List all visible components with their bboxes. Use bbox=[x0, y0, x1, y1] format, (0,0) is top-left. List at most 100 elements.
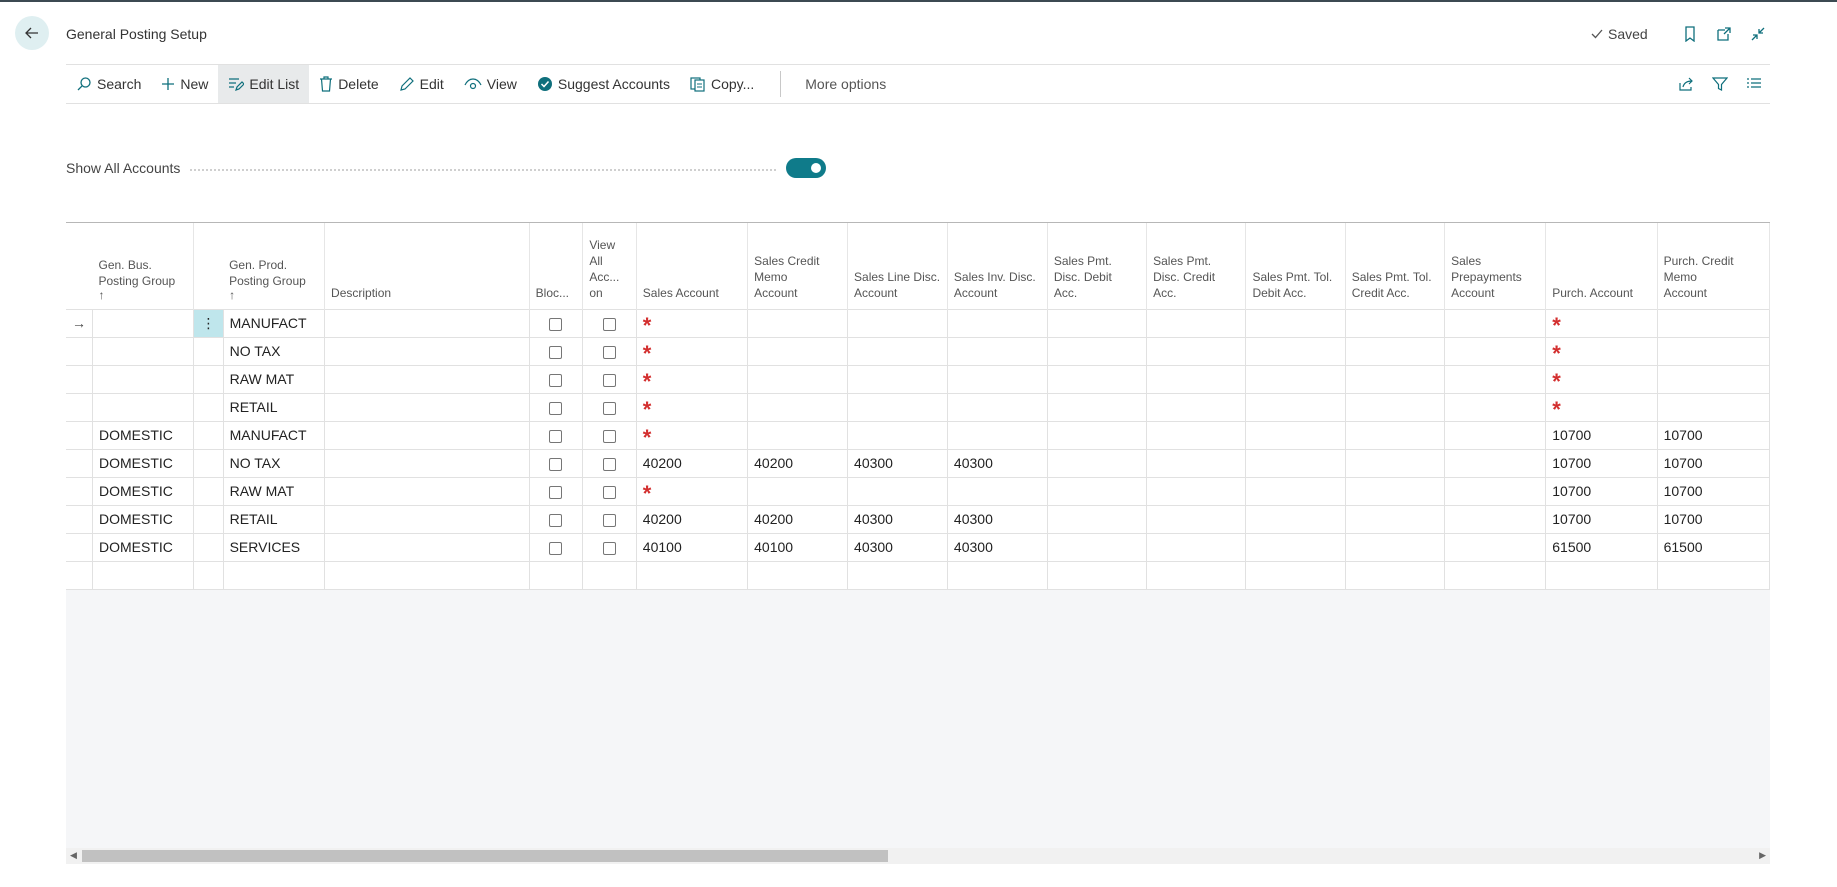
cell-sales[interactable]: * bbox=[636, 336, 749, 365]
cell-sales_pmt_disc_debit[interactable] bbox=[1047, 532, 1148, 561]
view-all-accounts-checkbox[interactable] bbox=[603, 345, 617, 359]
cell-purch[interactable]: * bbox=[1545, 336, 1658, 365]
row-selector[interactable] bbox=[66, 420, 93, 449]
cell-sales_line_disc[interactable] bbox=[847, 560, 948, 590]
cell-purch_cm[interactable] bbox=[1657, 392, 1770, 421]
row-selector[interactable] bbox=[66, 336, 93, 365]
cell-sales_pmt_disc_debit[interactable] bbox=[1047, 476, 1148, 505]
table-row[interactable]: RAW MAT * * bbox=[66, 364, 1770, 393]
cell-sales_cm[interactable] bbox=[747, 476, 849, 505]
cell-sales_inv_disc[interactable] bbox=[947, 336, 1048, 365]
row-actions-cell[interactable] bbox=[193, 364, 224, 393]
copy-button[interactable]: Copy... bbox=[680, 65, 764, 103]
cell-purch_cm[interactable]: 10700 bbox=[1657, 420, 1770, 449]
cell-bus[interactable] bbox=[92, 336, 195, 365]
column-header-view_all[interactable]: View All Acc... on bbox=[582, 223, 637, 309]
cell-blocked[interactable] bbox=[529, 364, 584, 393]
cell-sales_cm[interactable] bbox=[747, 336, 849, 365]
column-header-sales_pmt_tol_credit[interactable]: Sales Pmt. Tol. Credit Acc. bbox=[1345, 223, 1446, 309]
cell-bus[interactable] bbox=[92, 308, 195, 337]
cell-sales_pmt_tol_debit[interactable] bbox=[1245, 560, 1346, 590]
view-all-accounts-checkbox[interactable] bbox=[603, 457, 617, 471]
cell-prod[interactable]: MANUFACT bbox=[223, 308, 326, 337]
cell-sales_pmt_tol_credit[interactable] bbox=[1345, 420, 1446, 449]
cell-sales_prepay[interactable] bbox=[1444, 364, 1547, 393]
cell-view_all[interactable] bbox=[582, 420, 637, 449]
cell-sales_pmt_tol_credit[interactable] bbox=[1345, 504, 1446, 533]
cell-sales_line_disc[interactable] bbox=[847, 392, 948, 421]
cell-sales_inv_disc[interactable] bbox=[947, 392, 1048, 421]
cell-prod[interactable]: MANUFACT bbox=[223, 420, 326, 449]
cell-sales_inv_disc[interactable]: 40300 bbox=[947, 504, 1048, 533]
cell-sales_pmt_disc_credit[interactable] bbox=[1146, 448, 1247, 477]
cell-view_all[interactable] bbox=[582, 364, 637, 393]
cell-sales_cm[interactable] bbox=[747, 420, 849, 449]
more-vertical-icon[interactable]: ⋮ bbox=[201, 315, 215, 331]
cell-sales_pmt_tol_debit[interactable] bbox=[1245, 476, 1346, 505]
bookmark-icon[interactable] bbox=[1680, 24, 1700, 44]
cell-sales_pmt_tol_credit[interactable] bbox=[1345, 476, 1446, 505]
cell-view_all[interactable] bbox=[582, 560, 637, 590]
cell-sales_inv_disc[interactable] bbox=[947, 560, 1048, 590]
view-all-accounts-checkbox[interactable] bbox=[603, 373, 617, 387]
cell-bus[interactable] bbox=[92, 560, 195, 590]
cell-sales_pmt_disc_debit[interactable] bbox=[1047, 364, 1148, 393]
cell-sales_pmt_tol_debit[interactable] bbox=[1245, 504, 1346, 533]
cell-blocked[interactable] bbox=[529, 448, 584, 477]
suggest-accounts-button[interactable]: Suggest Accounts bbox=[527, 65, 680, 103]
edit-button[interactable]: Edit bbox=[389, 65, 454, 103]
view-all-accounts-checkbox[interactable] bbox=[603, 485, 617, 499]
back-button[interactable] bbox=[15, 16, 49, 50]
blocked-checkbox[interactable] bbox=[549, 317, 563, 331]
cell-desc[interactable] bbox=[324, 476, 530, 505]
cell-sales_line_disc[interactable]: 40300 bbox=[847, 448, 948, 477]
column-header-sales[interactable]: Sales Account bbox=[636, 223, 749, 309]
column-header-blocked[interactable]: Bloc... bbox=[529, 223, 584, 309]
row-selector[interactable] bbox=[66, 392, 93, 421]
cell-purch_cm[interactable]: 10700 bbox=[1657, 504, 1770, 533]
collapse-icon[interactable] bbox=[1748, 24, 1768, 44]
cell-sales_pmt_tol_credit[interactable] bbox=[1345, 308, 1446, 337]
cell-purch_cm[interactable]: 10700 bbox=[1657, 476, 1770, 505]
cell-purch[interactable]: 10700 bbox=[1545, 504, 1658, 533]
cell-sales_pmt_tol_credit[interactable] bbox=[1345, 364, 1446, 393]
cell-sales_cm[interactable]: 40200 bbox=[747, 448, 849, 477]
cell-bus[interactable]: DOMESTIC bbox=[92, 420, 195, 449]
cell-prod[interactable]: NO TAX bbox=[223, 336, 326, 365]
cell-blocked[interactable] bbox=[529, 308, 584, 337]
cell-sales[interactable]: * bbox=[636, 476, 749, 505]
cell-purch_cm[interactable] bbox=[1657, 336, 1770, 365]
cell-desc[interactable] bbox=[324, 448, 530, 477]
scroll-left-arrow-icon[interactable]: ◀ bbox=[70, 850, 77, 861]
table-row[interactable]: NO TAX * * bbox=[66, 336, 1770, 365]
cell-sales_pmt_tol_debit[interactable] bbox=[1245, 420, 1346, 449]
cell-purch_cm[interactable]: 61500 bbox=[1657, 532, 1770, 561]
cell-sales_pmt_tol_credit[interactable] bbox=[1345, 532, 1446, 561]
view-all-accounts-checkbox[interactable] bbox=[603, 513, 617, 527]
row-actions-cell[interactable] bbox=[193, 504, 224, 533]
view-all-accounts-checkbox[interactable] bbox=[603, 401, 617, 415]
cell-view_all[interactable] bbox=[582, 476, 637, 505]
cell-purch[interactable]: 61500 bbox=[1545, 532, 1658, 561]
new-empty-row[interactable] bbox=[66, 560, 1770, 590]
column-header-desc[interactable]: Description bbox=[324, 223, 530, 309]
cell-sales_inv_disc[interactable]: 40300 bbox=[947, 532, 1048, 561]
table-row[interactable]: DOMESTIC RAW MAT * 10700 10700 bbox=[66, 476, 1770, 505]
open-new-window-icon[interactable] bbox=[1714, 24, 1734, 44]
column-header-sales_pmt_disc_debit[interactable]: Sales Pmt. Disc. Debit Acc. bbox=[1047, 223, 1148, 309]
cell-sales_pmt_tol_credit[interactable] bbox=[1345, 392, 1446, 421]
row-selector[interactable] bbox=[66, 504, 93, 533]
new-button[interactable]: New bbox=[151, 65, 218, 103]
cell-sales_cm[interactable] bbox=[747, 308, 849, 337]
cell-bus[interactable] bbox=[92, 364, 195, 393]
cell-sales_prepay[interactable] bbox=[1444, 476, 1547, 505]
row-selector[interactable]: → bbox=[66, 308, 93, 337]
edit-list-button[interactable]: Edit List bbox=[218, 65, 310, 103]
cell-sales[interactable]: * bbox=[636, 364, 749, 393]
blocked-checkbox[interactable] bbox=[549, 401, 563, 415]
column-header-prod[interactable]: Gen. Prod. Posting Group ↑ bbox=[223, 223, 326, 309]
cell-view_all[interactable] bbox=[582, 336, 637, 365]
cell-sales_line_disc[interactable]: 40300 bbox=[847, 532, 948, 561]
cell-prod[interactable]: RETAIL bbox=[223, 504, 326, 533]
cell-sales_line_disc[interactable] bbox=[847, 420, 948, 449]
